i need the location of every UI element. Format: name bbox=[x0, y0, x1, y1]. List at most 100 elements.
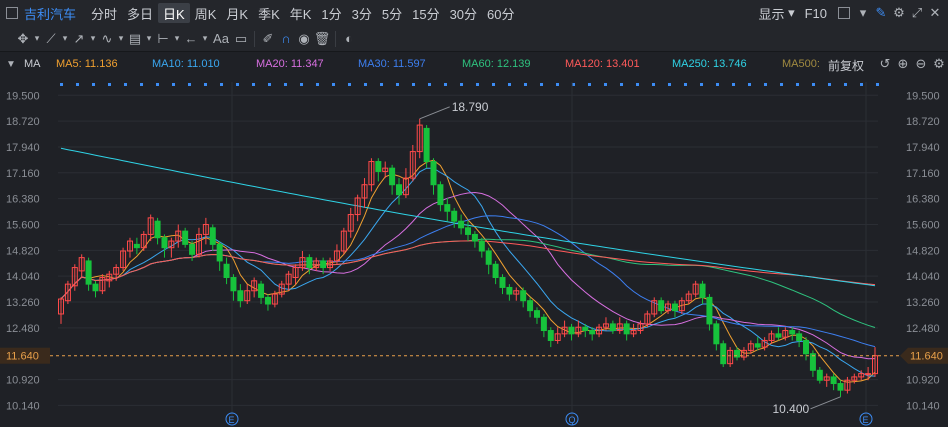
top-dot-marker bbox=[428, 83, 431, 86]
undo-icon[interactable]: ↺ bbox=[876, 54, 894, 74]
top-dot-marker bbox=[60, 83, 63, 86]
period-tab[interactable]: 月K bbox=[221, 3, 253, 23]
dropdown-chevron-icon[interactable]: ▾ bbox=[116, 29, 126, 49]
overlay-checkbox-icon[interactable] bbox=[838, 7, 850, 19]
price-axis-label-left: 10.920 bbox=[6, 375, 40, 387]
period-tab[interactable]: 1分 bbox=[316, 3, 346, 23]
ma-line bbox=[60, 191, 876, 360]
candle-body bbox=[492, 263, 499, 279]
text-tool-icon[interactable]: Aa bbox=[210, 29, 232, 49]
price-axis-label-right: 12.480 bbox=[906, 323, 940, 335]
candle-body bbox=[796, 333, 803, 341]
dropdown-chevron-icon[interactable]: ▾ bbox=[200, 29, 210, 49]
top-dot-marker bbox=[508, 83, 511, 86]
top-dot-marker bbox=[220, 83, 223, 86]
top-dot-marker bbox=[268, 83, 271, 86]
period-tab[interactable]: 分时 bbox=[86, 3, 122, 23]
settings-icon[interactable]: ⚙ bbox=[890, 3, 908, 23]
top-dot-marker bbox=[524, 83, 527, 86]
divider bbox=[254, 30, 255, 47]
ray-line-icon[interactable]: ↗ bbox=[70, 29, 88, 49]
window-checkbox-icon[interactable] bbox=[6, 7, 18, 19]
candle-body bbox=[451, 210, 458, 222]
candle-body bbox=[671, 303, 678, 312]
top-dot-marker bbox=[796, 83, 799, 86]
add-indicator-icon[interactable]: ⊕ bbox=[894, 54, 912, 74]
period-tab[interactable]: 年K bbox=[285, 3, 317, 23]
candle-body bbox=[430, 161, 437, 186]
price-axis-label-left: 18.720 bbox=[6, 116, 40, 128]
dropdown-chevron-icon[interactable]: ▾ bbox=[144, 29, 154, 49]
adjust-mode-button[interactable]: 前复权 bbox=[828, 57, 864, 74]
trash-icon[interactable]: 🗑 bbox=[313, 29, 331, 49]
top-dot-marker bbox=[860, 83, 863, 86]
f10-button[interactable]: F10 bbox=[800, 3, 832, 23]
top-dot-marker bbox=[348, 83, 351, 86]
move-crosshair-icon[interactable]: ✥ bbox=[14, 29, 32, 49]
candlestick-chart[interactable]: 19.500 19.500 18.720 18.720 17.940 17.940 17.1… bbox=[0, 76, 948, 427]
period-tab[interactable]: 60分 bbox=[482, 3, 519, 23]
ma-value-label: MA500: bbox=[782, 58, 820, 70]
display-menu-button[interactable]: 显示 ▾ bbox=[753, 3, 799, 23]
toggle-icon[interactable]: ◐ bbox=[340, 29, 358, 49]
top-dot-marker bbox=[700, 83, 703, 86]
event-marker-label: E bbox=[229, 415, 235, 425]
wave-line-icon[interactable]: ∿ bbox=[98, 29, 116, 49]
candle-body bbox=[189, 243, 196, 255]
arrow-icon[interactable]: ← bbox=[182, 29, 200, 49]
indicator-name[interactable]: MA bbox=[24, 58, 41, 70]
stock-name[interactable]: 吉利汽车 bbox=[24, 4, 76, 23]
dropdown-chevron-icon[interactable]: ▾ bbox=[172, 29, 182, 49]
remove-indicator-icon[interactable]: ⊖ bbox=[912, 54, 930, 74]
period-tab[interactable]: 3分 bbox=[347, 3, 377, 23]
top-dot-marker bbox=[716, 83, 719, 86]
ma-value-label: MA30: 11.597 bbox=[358, 58, 426, 70]
close-icon[interactable]: ✕ bbox=[926, 3, 944, 23]
eraser-icon[interactable]: ✐ bbox=[259, 29, 277, 49]
price-axis-label-left: 19.500 bbox=[6, 90, 40, 102]
fibonacci-icon[interactable]: ▤ bbox=[126, 29, 144, 49]
candle-body bbox=[182, 230, 189, 245]
pen-icon[interactable]: ✎ bbox=[872, 3, 890, 23]
candle-body bbox=[306, 257, 313, 269]
period-tab[interactable]: 5分 bbox=[377, 3, 407, 23]
candle-body bbox=[713, 323, 720, 345]
period-tab[interactable]: 周K bbox=[190, 3, 222, 23]
dropdown-chevron-icon[interactable]: ▾ bbox=[32, 29, 42, 49]
divider bbox=[335, 30, 336, 47]
period-tab[interactable]: 15分 bbox=[407, 3, 444, 23]
candle-body bbox=[506, 286, 513, 295]
candle-body bbox=[92, 283, 99, 292]
candle-body bbox=[465, 227, 471, 235]
trend-line-icon[interactable]: ⟋ bbox=[42, 29, 60, 49]
indicator-settings-icon[interactable]: ⚙ bbox=[930, 54, 948, 74]
period-tab[interactable]: 多日 bbox=[122, 3, 158, 23]
ma-value-label: MA20: 11.347 bbox=[256, 58, 324, 70]
price-axis-label-right: 17.160 bbox=[906, 168, 940, 180]
low-annotation-line bbox=[810, 396, 841, 410]
period-tab[interactable]: 季K bbox=[253, 3, 285, 23]
period-tab[interactable]: 日K bbox=[158, 3, 190, 23]
collapse-arrow-icon[interactable]: ▼ bbox=[2, 54, 20, 74]
candle-body bbox=[223, 263, 230, 279]
comment-icon[interactable]: ▭ bbox=[232, 29, 250, 49]
dropdown-chevron-icon[interactable]: ▾ bbox=[854, 3, 872, 23]
candle-body bbox=[133, 243, 140, 249]
top-dot-marker bbox=[620, 83, 623, 86]
candle-body bbox=[458, 220, 465, 229]
dropdown-chevron-icon[interactable]: ▾ bbox=[88, 29, 98, 49]
candle-body bbox=[85, 260, 92, 285]
event-marker-label: E bbox=[863, 415, 869, 425]
top-dot-marker bbox=[780, 83, 783, 86]
dropdown-chevron-icon[interactable]: ▾ bbox=[60, 29, 70, 49]
magnet-icon[interactable]: ∩ bbox=[277, 29, 295, 49]
candle-body bbox=[589, 330, 596, 335]
eye-icon[interactable]: ◉ bbox=[295, 29, 313, 49]
ma-value-label: MA120: 13.401 bbox=[565, 58, 640, 70]
top-dot-marker bbox=[92, 83, 95, 86]
top-dot-marker bbox=[236, 83, 239, 86]
ma-value-label: MA5: 11.136 bbox=[56, 58, 118, 70]
maximize-icon[interactable]: ⤢ bbox=[908, 3, 926, 23]
period-tab[interactable]: 30分 bbox=[445, 3, 482, 23]
range-measure-icon[interactable]: ⊢ bbox=[154, 29, 172, 49]
